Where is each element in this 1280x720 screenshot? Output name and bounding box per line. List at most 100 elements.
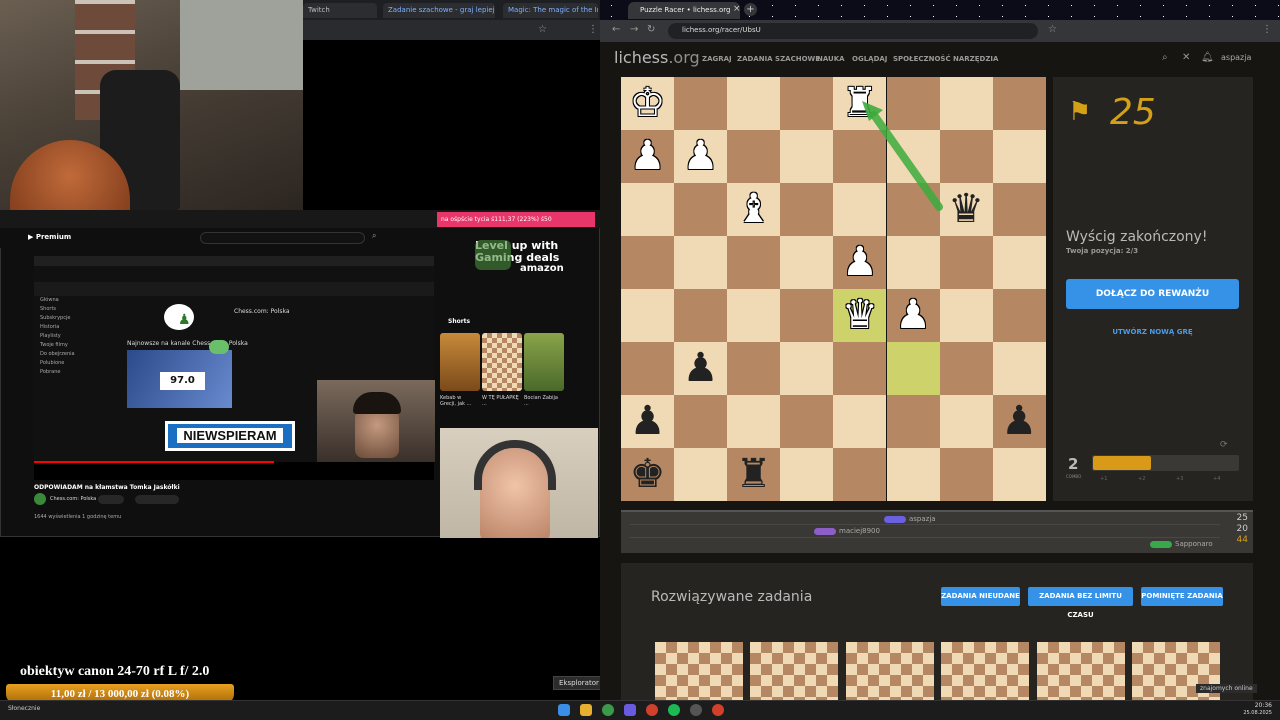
new-game-link[interactable]: UTWÓRZ NOWĄ GRĘ (1066, 328, 1239, 336)
move-arrow (862, 101, 943, 211)
puzzle-thumbnail[interactable] (655, 642, 743, 700)
racer-row: Sapponaro (1150, 540, 1213, 548)
username[interactable]: aspazja (1221, 53, 1251, 62)
video-title: ODPOWIADAM na kłamstwa Tomka Jaskółki (34, 484, 180, 491)
short-thumb-2[interactable] (482, 333, 522, 391)
short-thumb-3[interactable] (524, 333, 564, 391)
puzzle-thumbnail[interactable] (1037, 642, 1125, 700)
tab-chess-puzzle[interactable]: Zadanie szachowe - graj lepiej! (383, 3, 495, 18)
nav-learn[interactable]: NAUKA (817, 55, 845, 63)
tab-puzzle-racer[interactable]: Puzzle Racer • lichess.org (628, 2, 740, 19)
puzzle-thumbnail[interactable] (941, 642, 1029, 700)
clock-time[interactable]: 20:36 (1238, 702, 1272, 709)
race-position: Twoja pozycja: 2/3 (1066, 247, 1139, 255)
race-score-2: 20 (1236, 524, 1248, 534)
channel-heading: Chess.com: Polska (234, 308, 290, 315)
nav-tools[interactable]: NARZĘDZIA (953, 55, 998, 63)
right-browser-toolbar: ← → ↻ lichess.org/racer/UbsU ☆ ⋮ (600, 20, 1280, 42)
obs-icon[interactable] (690, 704, 702, 716)
friends-online-popup[interactable]: znajomych online (1196, 684, 1257, 693)
nav-community[interactable]: SPOŁECZNOŚĆ (893, 55, 951, 63)
promo-banner: na ośpście tycia ś111,37 (223%) ś50 (437, 212, 595, 227)
car-icon (1150, 540, 1172, 548)
combo-tick: +4 (1213, 476, 1221, 482)
taskbar: Słonecznie 20:36 25.08.2025 (0, 700, 1280, 720)
nav-play[interactable]: ZAGRAJ (702, 55, 732, 63)
race-finished-text: Wyścig zakończony! (1066, 229, 1208, 245)
forward-icon[interactable]: → (630, 24, 638, 35)
weather-widget[interactable]: Słonecznie (8, 705, 40, 712)
puzzle-thumbnail[interactable] (750, 642, 838, 700)
reload-icon[interactable]: ↻ (647, 24, 655, 35)
subscriptions-button[interactable] (135, 495, 179, 504)
desktop: Twitch Zadanie szachowe - graj lepiej! M… (0, 0, 1280, 720)
search-icon[interactable]: ⌕ (1162, 52, 1168, 63)
solved-title: Rozwiązywane zadania (651, 589, 813, 605)
short-thumb-1[interactable] (440, 333, 480, 391)
youtube-logo[interactable]: ▶ Premium (28, 233, 71, 241)
combo-tick: +2 (1138, 476, 1146, 482)
skipped-puzzles-button[interactable]: POMINIĘTE ZADANIA (1141, 587, 1223, 606)
webcam-guest (317, 380, 435, 462)
close-tab-icon[interactable]: × (733, 4, 741, 14)
sidebar-ad[interactable]: Level up with Gaming deals amazon (440, 236, 595, 304)
search-icon[interactable]: ⌕ (372, 231, 376, 241)
short-title-1: Kebab w Grecji, jak ... (440, 395, 472, 407)
short-title-2: W TĘ PUŁAPKĘ ... (482, 395, 519, 407)
menu-icon[interactable]: ⋮ (1262, 24, 1272, 35)
close-icon[interactable]: ✕ (1182, 52, 1190, 63)
tab-magic[interactable]: Magic: The magic of the Internet (503, 3, 598, 18)
rating-badge: 97.0 (160, 372, 205, 390)
nav-watch[interactable]: OGLĄDAJ (852, 55, 887, 63)
chrome-icon[interactable] (602, 704, 614, 716)
section-title: Najnowsze na kanale Chess.com: Polska (127, 340, 248, 347)
webcam-commentator (440, 428, 598, 538)
subscribe-button[interactable] (98, 495, 124, 504)
youtube-search-input[interactable] (200, 232, 365, 244)
left-browser-toolbar: ☆ ⋮ (303, 20, 600, 40)
combo-value: 2 (1068, 455, 1079, 473)
news-banner: NIEWSPIERAM (165, 421, 295, 451)
discord-icon[interactable] (624, 704, 636, 716)
menu-icon[interactable]: ⋮ (588, 24, 598, 35)
race-score-1: 25 (1236, 513, 1248, 523)
failed-puzzles-button[interactable]: ZADANIA NIEUDANE (941, 587, 1020, 606)
ad-brand: amazon (520, 263, 564, 274)
channel-name[interactable]: Chess.com: Polska (50, 496, 96, 502)
channel-avatar[interactable] (34, 493, 46, 505)
youtube-header: ▶ Premium ⌕ (0, 228, 440, 248)
chrome-alt-icon[interactable] (712, 704, 724, 716)
race-score-3: 44 (1236, 535, 1248, 545)
star-icon[interactable]: ☆ (538, 24, 547, 35)
lens-caption: obiektyw canon 24-70 rf L f/ 2.0 (20, 664, 210, 679)
start-icon[interactable] (558, 704, 570, 716)
lichess-logo[interactable]: lichess.org (614, 48, 700, 67)
car-icon (884, 515, 906, 523)
shorts-label: Shorts (448, 318, 471, 325)
combo-tick: +1 (1100, 476, 1108, 482)
untimed-puzzles-button[interactable]: ZADANIA BEZ LIMITU CZASU (1028, 587, 1133, 619)
tab-twitch[interactable]: Twitch (303, 3, 377, 18)
combo-bar-fill (1093, 456, 1151, 470)
flip-icon[interactable]: ⟳ (1220, 440, 1228, 450)
nav-puzzles[interactable]: ZADANIA SZACHOWE (737, 55, 820, 63)
clock-date[interactable]: 25.08.2025 (1234, 710, 1272, 716)
url-text: lichess.org/racer/UbsU (682, 26, 761, 34)
left-browser-tabbar: Twitch Zadanie szachowe - graj lepiej! M… (303, 0, 600, 20)
rematch-button[interactable]: DOŁĄCZ DO REWANŻU (1066, 279, 1239, 309)
race-scores: 25 20 44 (1228, 513, 1248, 546)
back-icon[interactable]: ← (612, 24, 620, 35)
left-browser-content (303, 40, 600, 210)
bell-icon[interactable]: 🔔︎ (1201, 52, 1214, 63)
star-icon[interactable]: ☆ (1048, 24, 1057, 35)
car-icon (814, 527, 836, 535)
file-explorer-icon[interactable] (580, 704, 592, 716)
combo-tick: +3 (1176, 476, 1184, 482)
puzzle-thumbnail[interactable] (846, 642, 934, 700)
browser-icon[interactable] (646, 704, 658, 716)
racer-row: aspazja (884, 515, 936, 523)
combo-label: COMBO (1066, 474, 1082, 479)
new-tab-icon[interactable]: + (744, 3, 757, 16)
short-title-3: Bocian Zabija ... (524, 395, 558, 407)
spotify-icon[interactable] (668, 704, 680, 716)
